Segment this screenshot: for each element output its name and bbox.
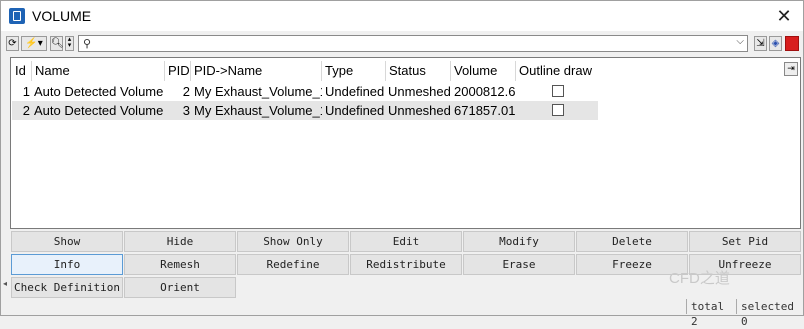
app-icon xyxy=(9,8,25,24)
column-header-volume[interactable]: Volume xyxy=(451,61,516,81)
shield-icon[interactable]: ◈ xyxy=(769,36,782,51)
column-header-type[interactable]: Type xyxy=(322,61,386,81)
zoom-icon[interactable]: 🔍︎ xyxy=(50,36,64,51)
check-definition-button[interactable]: Check Definition xyxy=(11,277,123,298)
total-count: total 2 xyxy=(686,299,736,328)
cell-name: Auto Detected Volume xyxy=(34,84,164,99)
orient-button[interactable]: Orient xyxy=(124,277,236,298)
scroll-left-icon[interactable]: ◂ xyxy=(3,279,7,288)
table-row[interactable]: 1 Auto Detected Volume 2 My Exhaust_Volu… xyxy=(12,82,598,101)
cell-status: Unmeshed xyxy=(388,84,451,99)
modify-button[interactable]: Modify xyxy=(463,231,575,252)
column-header-outline-draw[interactable]: Outline draw xyxy=(516,61,598,81)
pin-icon[interactable]: ⇲ xyxy=(754,36,767,51)
table-row[interactable]: 2 Auto Detected Volume 3 My Exhaust_Volu… xyxy=(12,101,598,120)
filter-dropdown-icon[interactable]: ⚡▾ xyxy=(21,36,47,51)
cell-type: Undefined xyxy=(325,103,385,118)
delete-button[interactable]: Delete xyxy=(576,231,688,252)
outline-draw-checkbox[interactable] xyxy=(552,85,564,97)
info-button[interactable]: Info xyxy=(11,254,123,275)
cell-volume: 2000812.6 xyxy=(454,84,516,99)
volume-window: VOLUME ✕ ⟳ ⚡▾ 🔍︎ ▴ ▾ ⚲ ⌵ ⇲ ◈ Id Name PID … xyxy=(0,0,804,328)
refresh-icon[interactable]: ⟳ xyxy=(6,36,19,51)
cell-id: 2 xyxy=(22,103,30,118)
status-bar: total 2 selected 0 xyxy=(1,299,803,328)
cell-pid: 3 xyxy=(182,103,190,118)
remesh-button[interactable]: Remesh xyxy=(124,254,236,275)
show-only-button[interactable]: Show Only xyxy=(237,231,349,252)
cell-status: Unmeshed xyxy=(388,103,451,118)
search-input[interactable]: ⚲ ⌵ xyxy=(78,35,748,52)
column-header-status[interactable]: Status xyxy=(386,61,451,81)
search-icon: ⚲ xyxy=(83,38,92,50)
redistribute-button[interactable]: Redistribute xyxy=(350,254,462,275)
column-header-name[interactable]: Name xyxy=(32,61,165,81)
column-header-id[interactable]: Id xyxy=(12,61,32,81)
cell-volume: 671857.01 xyxy=(454,103,516,118)
column-chooser-icon[interactable]: ⇥ xyxy=(784,62,798,76)
title-bar: VOLUME ✕ xyxy=(1,1,803,31)
toolbar: ⟳ ⚡▾ 🔍︎ ▴ ▾ ⚲ ⌵ ⇲ ◈ xyxy=(1,34,803,54)
redefine-button[interactable]: Redefine xyxy=(237,254,349,275)
chevron-down-icon[interactable]: ⌵ xyxy=(736,36,744,47)
show-button[interactable]: Show xyxy=(11,231,123,252)
cell-id: 1 xyxy=(22,84,30,99)
erase-button[interactable]: Erase xyxy=(463,254,575,275)
cell-pid-name: My Exhaust_Volume_1 xyxy=(194,84,322,99)
outline-draw-checkbox[interactable] xyxy=(552,104,564,116)
cell-pid: 2 xyxy=(182,84,190,99)
watermark: CFD之道 xyxy=(669,270,730,287)
volume-table: Id Name PID PID->Name Type Status Volume… xyxy=(10,57,801,229)
cell-type: Undefined xyxy=(325,84,385,99)
spin-arrows-icon[interactable]: ▴ ▾ xyxy=(65,36,74,51)
column-header-pid-name[interactable]: PID->Name xyxy=(191,61,322,81)
stop-icon[interactable] xyxy=(785,36,799,51)
window-title: VOLUME xyxy=(32,8,92,24)
edit-button[interactable]: Edit xyxy=(350,231,462,252)
selected-count: selected 0 xyxy=(736,299,802,328)
hide-button[interactable]: Hide xyxy=(124,231,236,252)
cell-name: Auto Detected Volume xyxy=(34,103,164,118)
column-header-pid[interactable]: PID xyxy=(165,61,191,81)
close-icon[interactable]: ✕ xyxy=(773,5,795,27)
cell-pid-name: My Exhaust_Volume_1 xyxy=(194,103,322,118)
set-pid-button[interactable]: Set Pid xyxy=(689,231,801,252)
